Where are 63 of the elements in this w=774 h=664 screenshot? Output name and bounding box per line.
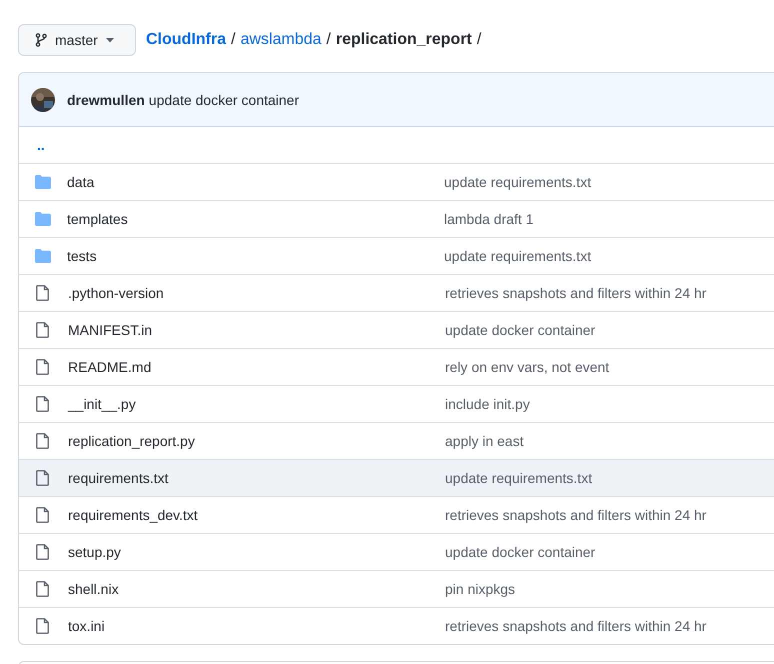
file-row[interactable]: requirements_dev.txt retrieves snapshots and filters within 24 hr bbox=[19, 496, 774, 533]
file-icon bbox=[36, 544, 49, 560]
commit-message[interactable]: update docker container bbox=[445, 544, 596, 560]
folder-icon bbox=[35, 175, 51, 189]
commit-message[interactable]: retrieves snapshots and filters within 24 hr bbox=[445, 285, 706, 301]
file-name[interactable]: replication_report.py bbox=[68, 433, 445, 449]
breadcrumb-link[interactable]: CloudInfra bbox=[146, 31, 226, 49]
file-row[interactable]: setup.py update docker container bbox=[19, 533, 774, 570]
branch-button[interactable]: master bbox=[18, 24, 136, 56]
file-name[interactable]: tests bbox=[67, 248, 444, 264]
commit-message[interactable]: update docker container bbox=[445, 322, 596, 338]
file-name[interactable]: shell.nix bbox=[68, 581, 445, 597]
file-name[interactable]: __init__.py bbox=[68, 396, 445, 412]
folder-icon bbox=[35, 212, 51, 226]
commit-message[interactable]: include init.py bbox=[445, 396, 530, 412]
file-row[interactable]: .python-version retrieves snapshots and filters within 24 hr bbox=[19, 274, 774, 311]
commit-message[interactable]: retrieves snapshots and filters within 24 hr bbox=[445, 618, 706, 634]
commit-message[interactable]: update requirements.txt bbox=[444, 174, 592, 190]
file-name[interactable]: MANIFEST.in bbox=[68, 322, 445, 338]
file-row[interactable]: README.md rely on env vars, not event bbox=[19, 348, 774, 385]
caret-icon bbox=[106, 38, 114, 42]
commit-message[interactable]: apply in east bbox=[445, 433, 524, 449]
commit-message[interactable]: update docker container bbox=[148, 92, 300, 108]
file-row[interactable]: MANIFEST.in update docker container bbox=[19, 311, 774, 348]
file-row[interactable]: data update requirements.txt bbox=[19, 163, 774, 200]
file-row[interactable]: tests update requirements.txt bbox=[19, 237, 774, 274]
file-icon bbox=[36, 359, 49, 375]
breadcrumb-separator: / bbox=[326, 31, 331, 49]
file-name[interactable]: templates bbox=[67, 211, 444, 227]
breadcrumb-separator: / bbox=[476, 31, 482, 49]
file-row[interactable]: requirements.txt update requirements.txt bbox=[19, 459, 774, 496]
commit-author[interactable]: drewmullen bbox=[67, 92, 145, 108]
breadcrumb-separator: / bbox=[231, 31, 236, 49]
file-icon bbox=[36, 470, 49, 486]
file-icon bbox=[36, 618, 49, 634]
file-name[interactable]: requirements_dev.txt bbox=[68, 507, 445, 523]
file-row[interactable]: templates lambda draft 1 bbox=[19, 200, 774, 237]
file-name[interactable]: requirements.txt bbox=[68, 470, 445, 486]
commit-message[interactable]: rely on env vars, not event bbox=[445, 359, 610, 375]
file-icon bbox=[36, 581, 49, 597]
file-icon bbox=[36, 396, 49, 412]
commit-message[interactable]: lambda draft 1 bbox=[444, 211, 534, 227]
breadcrumb-link[interactable]: awslambda bbox=[240, 31, 322, 49]
file-row[interactable]: __init__.py include init.py bbox=[19, 385, 774, 422]
file-row[interactable]: shell.nix pin nixpkgs bbox=[19, 570, 774, 607]
file-row[interactable]: tox.ini retrieves snapshots and filters within 24 hr bbox=[19, 607, 774, 644]
file-icon bbox=[36, 507, 49, 523]
file-name[interactable]: data bbox=[67, 174, 444, 190]
file-name[interactable]: setup.py bbox=[68, 544, 445, 560]
commit-message[interactable]: retrieves snapshots and filters within 24 hr bbox=[445, 507, 706, 523]
parent-directory-link[interactable]: .. bbox=[35, 137, 45, 153]
file-icon bbox=[36, 433, 49, 449]
file-icon bbox=[36, 285, 49, 301]
breadcrumb-current: replication_report bbox=[336, 31, 472, 49]
commit-message[interactable]: update requirements.txt bbox=[445, 470, 592, 486]
file-name[interactable]: .python-version bbox=[68, 285, 445, 301]
commit-message[interactable]: pin nixpkgs bbox=[445, 581, 516, 597]
branch-icon bbox=[35, 33, 47, 47]
file-name[interactable]: tox.ini bbox=[68, 618, 445, 634]
folder-icon bbox=[35, 249, 51, 263]
commit-message[interactable]: update requirements.txt bbox=[444, 248, 592, 264]
file-icon bbox=[36, 322, 49, 338]
file-name[interactable]: README.md bbox=[68, 359, 445, 375]
